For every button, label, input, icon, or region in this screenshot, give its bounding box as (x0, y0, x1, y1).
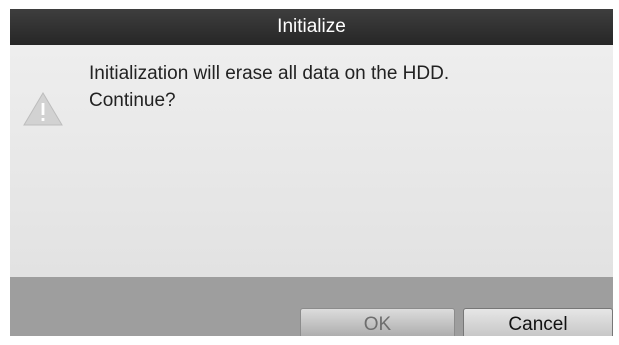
ok-button[interactable]: OK (300, 308, 455, 336)
message-line-1: Initialization will erase all data on th… (89, 63, 450, 84)
dialog-body: Initialization will erase all data on th… (10, 45, 613, 277)
cancel-button[interactable]: Cancel (463, 308, 613, 336)
initialize-dialog: Initialize Initialization will erase all… (10, 9, 613, 336)
warning-triangle-icon (23, 92, 63, 126)
dialog-message: Initialization will erase all data on th… (89, 60, 449, 114)
dialog-title: Initialize (10, 9, 613, 45)
dialog-footer: OK Cancel (10, 277, 613, 336)
message-line-2: Continue? (89, 90, 176, 111)
